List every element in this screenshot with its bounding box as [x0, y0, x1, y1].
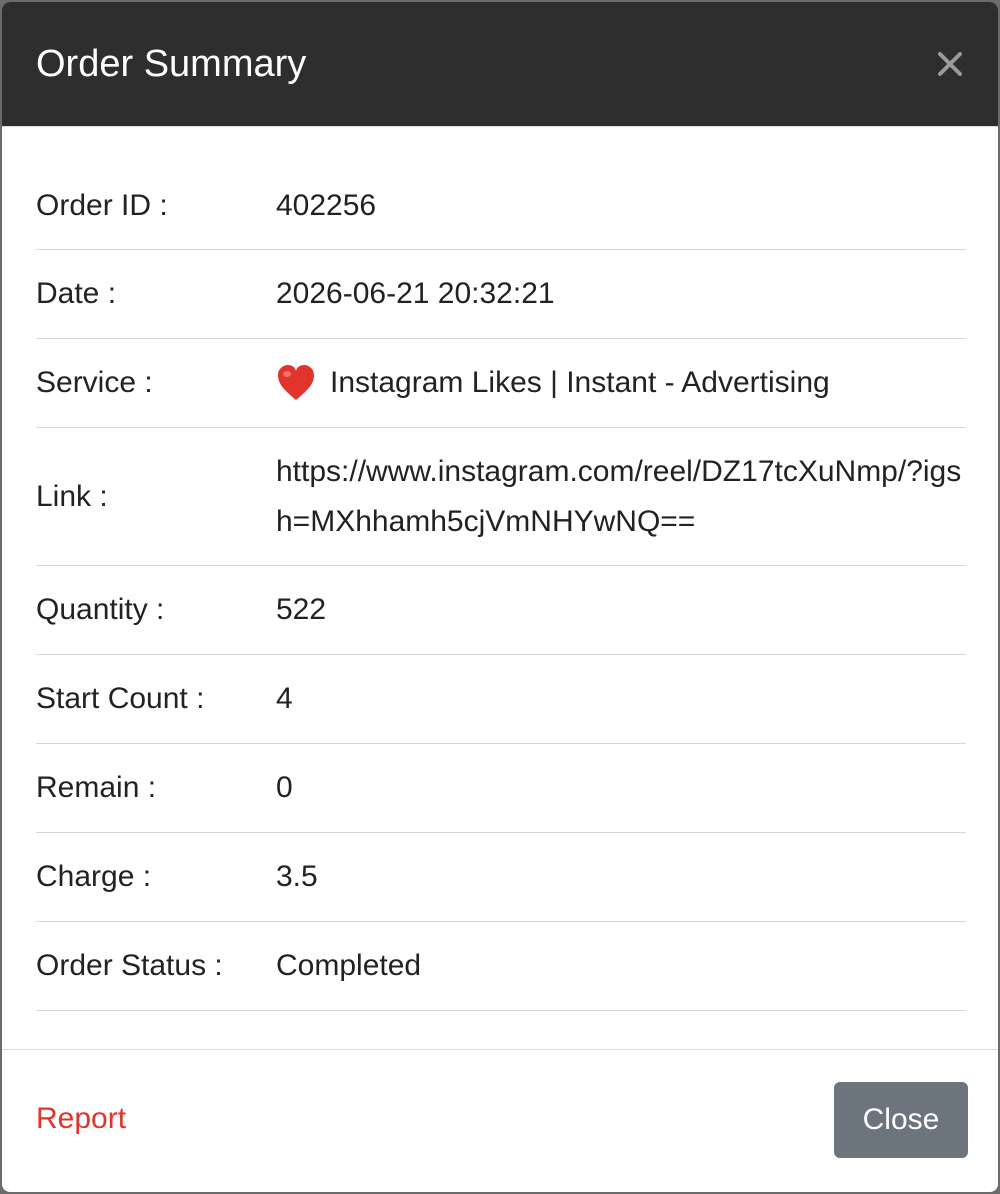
- detail-row-remain: Remain : 0: [36, 744, 966, 833]
- detail-row-quantity: Quantity : 522: [36, 566, 966, 655]
- service-value-wrap: Instagram Likes | Instant - Advertising: [276, 358, 966, 408]
- detail-row-order-id: Order ID : 402256: [36, 128, 966, 250]
- detail-row-date: Date : 2026-06-21 20:32:21: [36, 250, 966, 339]
- modal-footer: Report Close: [2, 1049, 998, 1192]
- order-summary-modal: Order Summary Order ID : 402256 Date : 2…: [2, 2, 998, 1192]
- link-value: https://www.instagram.com/reel/DZ17tcXuN…: [276, 454, 962, 538]
- start-count-label: Start Count :: [36, 682, 205, 715]
- date-value: 2026-06-21 20:32:21: [276, 277, 555, 310]
- modal-header: Order Summary: [2, 2, 998, 127]
- order-id-label: Order ID :: [36, 188, 168, 222]
- order-id-value: 402256: [276, 188, 377, 222]
- quantity-value: 522: [276, 593, 327, 626]
- report-link[interactable]: Report: [36, 1102, 126, 1136]
- detail-row-charge: Charge : 3.5: [36, 833, 966, 922]
- detail-row-start-count: Start Count : 4: [36, 655, 966, 744]
- order-status-label: Order Status :: [36, 949, 223, 982]
- link-label: Link :: [36, 479, 108, 513]
- detail-row-link: Link : https://www.instagram.com/reel/DZ…: [36, 428, 966, 566]
- detail-row-service: Service : Instagram Likes | Instant - Ad…: [36, 339, 966, 428]
- date-label: Date :: [36, 277, 117, 310]
- order-status-value: Completed: [276, 949, 422, 982]
- close-icon[interactable]: [932, 46, 968, 82]
- service-value: Instagram Likes | Instant - Advertising: [330, 366, 830, 399]
- charge-label: Charge :: [36, 860, 152, 893]
- modal-title: Order Summary: [36, 43, 307, 85]
- service-label: Service :: [36, 366, 153, 399]
- charge-value: 3.5: [276, 860, 318, 893]
- remain-label: Remain :: [36, 771, 157, 804]
- heart-icon: [276, 364, 316, 402]
- detail-row-order-status: Order Status : Completed: [36, 922, 966, 1011]
- close-button[interactable]: Close: [834, 1082, 968, 1158]
- quantity-label: Quantity :: [36, 593, 165, 626]
- order-details: Order ID : 402256 Date : 2026-06-21 20:3…: [36, 128, 966, 1011]
- start-count-value: 4: [276, 682, 293, 715]
- remain-value: 0: [276, 771, 293, 804]
